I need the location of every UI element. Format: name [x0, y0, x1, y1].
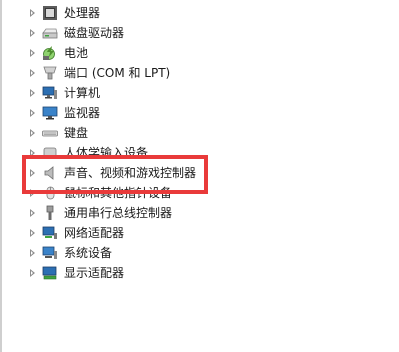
- expand-arrow-icon[interactable]: [30, 109, 35, 117]
- tree-item-disk-drives[interactable]: 磁盘驱动器: [0, 23, 399, 43]
- tree-item-monitors[interactable]: 监视器: [0, 103, 399, 123]
- expand-arrow-icon[interactable]: [30, 69, 35, 77]
- tree-item-label: 系统设备: [64, 246, 113, 260]
- keyboard-icon: [42, 130, 58, 137]
- tree-item-computer[interactable]: 计算机: [0, 83, 399, 103]
- tree-item-processor[interactable]: 处理器: [0, 3, 399, 23]
- tree-item-keyboards[interactable]: 键盘: [0, 123, 399, 143]
- tree-item-label: 电池: [64, 46, 89, 60]
- device-category-tree: 处理器 磁盘驱动器 电池 端口 (COM 和 LPT) 计算机 监视器 键盘 人…: [0, 3, 399, 283]
- tree-item-label: 通用串行总线控制器: [64, 206, 173, 220]
- expand-arrow-icon[interactable]: [30, 89, 35, 97]
- tree-item-label: 磁盘驱动器: [64, 26, 125, 40]
- port-icon: [43, 66, 57, 80]
- expand-arrow-icon[interactable]: [30, 129, 35, 137]
- expand-arrow-icon[interactable]: [30, 9, 35, 17]
- network-adapter-icon: [42, 226, 57, 239]
- usb-icon: [46, 205, 54, 220]
- tree-item-battery[interactable]: 电池: [0, 43, 399, 63]
- monitor-icon: [42, 106, 58, 120]
- tree-item-label: 网络适配器: [64, 226, 125, 240]
- battery-icon: [43, 46, 55, 60]
- computer-icon: [42, 86, 57, 99]
- tree-item-system-devices[interactable]: 系统设备: [0, 243, 399, 263]
- tree-item-label: 键盘: [64, 126, 89, 140]
- device-manager-panel: 处理器 磁盘驱动器 电池 端口 (COM 和 LPT) 计算机 监视器 键盘 人…: [0, 0, 399, 352]
- highlight-annotation-box: [22, 155, 208, 194]
- tree-item-label: 显示适配器: [64, 266, 125, 280]
- tree-item-label: 计算机: [64, 86, 101, 100]
- tree-item-network-adapters[interactable]: 网络适配器: [0, 223, 399, 243]
- expand-arrow-icon[interactable]: [30, 29, 35, 37]
- tree-item-label: 监视器: [64, 106, 101, 120]
- system-device-icon: [42, 246, 57, 259]
- tree-item-ports[interactable]: 端口 (COM 和 LPT): [0, 63, 399, 83]
- expand-arrow-icon[interactable]: [30, 49, 35, 57]
- expand-arrow-icon[interactable]: [30, 209, 35, 217]
- tree-item-label: 处理器: [64, 6, 101, 20]
- tree-item-display-adapters[interactable]: 显示适配器: [0, 263, 399, 283]
- expand-arrow-icon[interactable]: [30, 269, 35, 277]
- disk-drive-icon: [42, 28, 58, 39]
- tree-item-usb-controllers[interactable]: 通用串行总线控制器: [0, 203, 399, 223]
- expand-arrow-icon[interactable]: [30, 249, 35, 257]
- display-adapter-icon: [42, 266, 57, 280]
- expand-arrow-icon[interactable]: [30, 229, 35, 237]
- tree-item-label: 端口 (COM 和 LPT): [64, 66, 171, 80]
- processor-icon: [43, 6, 57, 20]
